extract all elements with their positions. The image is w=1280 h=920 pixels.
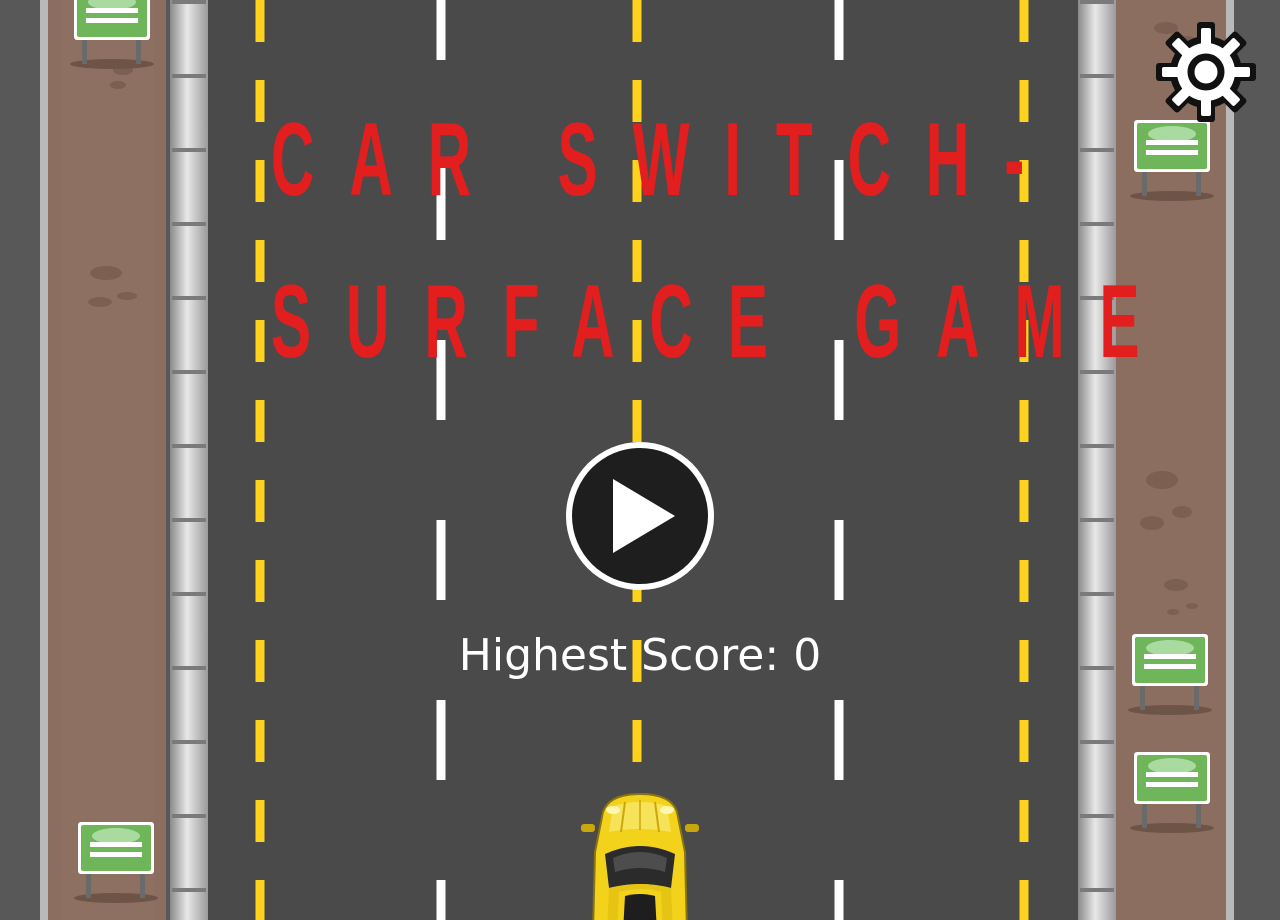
car-icon xyxy=(581,792,699,920)
guard-rail-joint xyxy=(1080,222,1114,226)
lane-marking xyxy=(436,520,446,600)
guard-rail-joint xyxy=(1080,592,1114,596)
lane-marking xyxy=(255,480,265,522)
lane-marking xyxy=(1019,480,1029,522)
lane-marking xyxy=(255,560,265,602)
guard-rail-joint xyxy=(1080,74,1114,78)
game-title-line-1: CAR SWITCH- xyxy=(270,102,1060,218)
lane-marking xyxy=(1019,800,1029,842)
settings-button[interactable] xyxy=(1152,18,1260,126)
lane-marking xyxy=(255,240,265,282)
highest-score-value: 0 xyxy=(793,630,822,681)
guard-rail-joint xyxy=(1080,0,1114,4)
game-title-line-2: SURFACE GAME xyxy=(270,264,1175,380)
guard-rail-joint xyxy=(172,222,206,226)
guard-rail-joint xyxy=(172,814,206,818)
guard-rail-joint xyxy=(172,148,206,152)
guard-rail-joint xyxy=(172,296,206,300)
left-roadside xyxy=(40,0,208,920)
guard-rail-joint xyxy=(172,74,206,78)
lane-marking xyxy=(255,160,265,202)
highest-score-label: Highest Score: xyxy=(458,630,780,681)
lane-marking xyxy=(632,720,642,762)
play-icon xyxy=(566,442,714,590)
guard-rail-joint xyxy=(172,888,206,892)
guard-rail-joint xyxy=(172,592,206,596)
highest-score: Highest Score: 0 xyxy=(0,628,1280,684)
lane-marking xyxy=(255,800,265,842)
play-button[interactable] xyxy=(563,439,717,593)
lane-marking xyxy=(834,520,844,600)
lane-marking xyxy=(1019,400,1029,442)
lane-marking xyxy=(834,700,844,780)
lane-marking xyxy=(1019,880,1029,920)
guard-rail-joint xyxy=(1080,518,1114,522)
lane-marking xyxy=(255,320,265,362)
player-car xyxy=(575,792,705,920)
guard-rail-joint xyxy=(172,0,206,4)
lane-marking xyxy=(436,0,446,60)
game-screen: CAR SWITCH- SURFACE GAME Highest Score: … xyxy=(0,0,1280,920)
lane-marking xyxy=(1019,0,1029,42)
lane-marking xyxy=(632,0,642,42)
guard-rail-joint xyxy=(172,444,206,448)
guard-rail-joint xyxy=(172,370,206,374)
lane-marking xyxy=(632,400,642,442)
guard-rail-joint xyxy=(1080,888,1114,892)
guard-rail-joint xyxy=(1080,444,1114,448)
lane-marking xyxy=(436,880,446,920)
lane-marking xyxy=(255,0,265,42)
lane-marking xyxy=(255,880,265,920)
lane-marking xyxy=(436,700,446,780)
lane-marking xyxy=(255,720,265,762)
lane-marking xyxy=(834,0,844,60)
gear-icon xyxy=(1156,22,1256,122)
lane-marking xyxy=(834,880,844,920)
lane-marking xyxy=(1019,720,1029,762)
lane-marking xyxy=(255,400,265,442)
lane-marking xyxy=(255,80,265,122)
guard-rail-joint xyxy=(1080,814,1114,818)
lane-marking xyxy=(1019,560,1029,602)
guard-rail-joint xyxy=(172,518,206,522)
guard-rail-joint xyxy=(172,740,206,744)
guard-rail-joint xyxy=(1080,148,1114,152)
guard-rail-joint xyxy=(1080,740,1114,744)
